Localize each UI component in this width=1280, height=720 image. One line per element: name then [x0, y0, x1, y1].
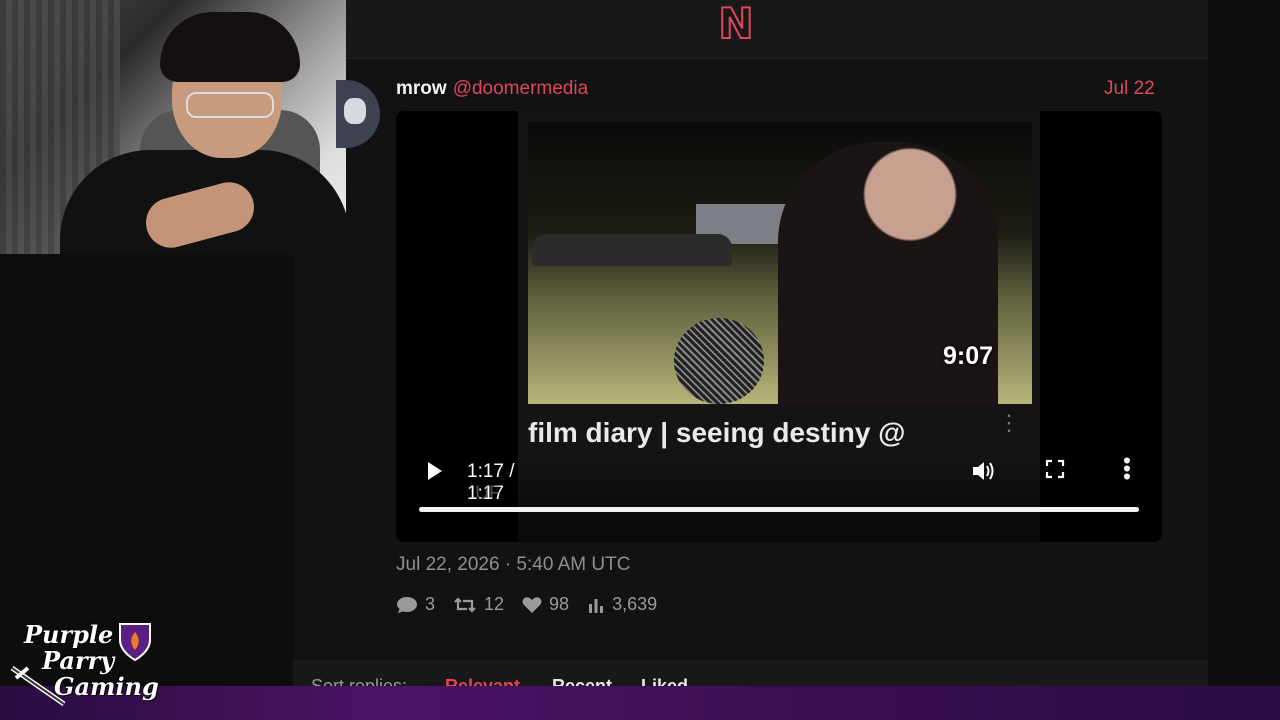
- webcam-person-glasses: [186, 92, 274, 118]
- volume-icon[interactable]: [971, 460, 995, 488]
- shield-flame-icon: [119, 623, 151, 662]
- video-time: 1:17 / 1:17 UF: [467, 461, 553, 505]
- webcam-person-hair: [160, 12, 300, 82]
- like-count: 98: [549, 594, 570, 614]
- brand-line-3: Gaming: [54, 672, 159, 701]
- video-controls: 1:17 / 1:17 UF • • •: [396, 450, 1162, 542]
- video-player[interactable]: 9:07 film diary | seeing destiny @ ⋮ 1:1…: [396, 111, 1162, 542]
- webcam-overlay: [0, 0, 346, 254]
- views-stat[interactable]: 3,639: [587, 594, 657, 615]
- username[interactable]: mrow: [396, 78, 447, 99]
- like-stat[interactable]: 98: [522, 594, 569, 615]
- views-count: 3,639: [612, 594, 658, 614]
- brand-logo: Purple Parry Gaming: [8, 618, 168, 714]
- thumbnail-cars: [532, 234, 732, 266]
- video-title-partial: UF: [475, 483, 501, 504]
- progress-fill: [419, 507, 1139, 512]
- brand-line-2: Parry: [42, 646, 115, 675]
- comment-icon: [397, 596, 417, 613]
- app-logo[interactable]: N: [716, 0, 756, 49]
- heart-icon: [522, 596, 542, 613]
- avatar-face: [344, 98, 366, 124]
- progress-track[interactable]: [419, 507, 1139, 512]
- fullscreen-icon[interactable]: [1045, 459, 1065, 479]
- video-duration-badge: 9:07: [943, 342, 994, 370]
- play-icon[interactable]: [426, 461, 448, 483]
- tweet-timestamp[interactable]: Jul 22, 2026 · 5:40 AM UTC: [396, 554, 630, 576]
- tweet-stats: 3 12 98 3,639: [396, 594, 675, 615]
- retweet-stat[interactable]: 12: [453, 594, 504, 615]
- tweet-author: mrow @doomermedia: [396, 78, 588, 100]
- retweet-icon: [454, 596, 476, 613]
- user-handle[interactable]: @doomermedia: [453, 78, 588, 99]
- video-title-text: film diary | seeing destiny @: [528, 417, 906, 448]
- reply-count: 3: [425, 594, 436, 614]
- retweet-count: 12: [484, 594, 505, 614]
- reply-stat[interactable]: 3: [396, 594, 435, 615]
- stream-bottom-band: [0, 686, 1280, 720]
- more-vertical-icon-dim: ⋮: [998, 410, 1020, 435]
- tweet-date-link[interactable]: Jul 22: [1104, 78, 1155, 100]
- thumbnail-legs: [674, 318, 764, 404]
- brand-line-1: Purple: [24, 620, 114, 649]
- video-title: film diary | seeing destiny @: [528, 417, 905, 449]
- more-vertical-icon[interactable]: • • •: [1123, 450, 1131, 488]
- bar-chart-icon: [589, 598, 604, 613]
